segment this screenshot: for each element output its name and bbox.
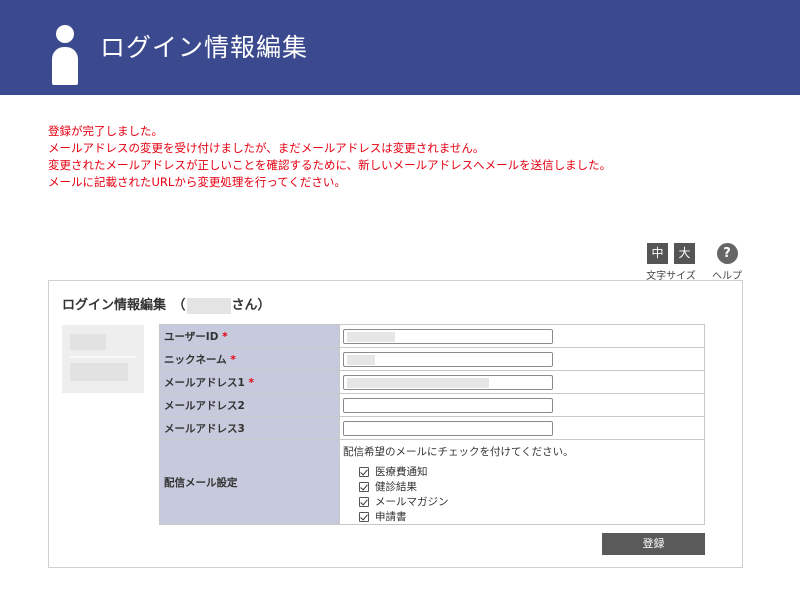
checkbox-application[interactable]: 申請書 <box>343 509 701 524</box>
avatar <box>62 325 144 393</box>
checkbox-newsletter[interactable]: メールマガジン <box>343 494 701 509</box>
font-size-large-button[interactable]: 大 <box>674 243 695 264</box>
table-row: ユーザーID * <box>159 324 705 348</box>
user-icon <box>52 25 78 85</box>
status-messages: 登録が完了しました。 メールアドレスの変更を受け付けましたが、まだメールアドレス… <box>48 123 611 191</box>
message-line: 登録が完了しました。 <box>48 124 163 138</box>
table-row: 配信メール設定 配信希望のメールにチェックを付けてください。 医療費通知 健診結… <box>159 439 705 525</box>
font-size-medium-button[interactable]: 中 <box>647 243 668 264</box>
help-control[interactable]: ? ヘルプ <box>704 243 750 282</box>
checkbox-medical-notice[interactable]: 医療費通知 <box>343 464 701 479</box>
field-label: メールアドレス3 <box>159 416 340 440</box>
page-header: ログイン情報編集 <box>0 0 800 95</box>
page-title: ログイン情報編集 <box>100 33 309 62</box>
checkbox-icon[interactable] <box>359 466 369 477</box>
user-id-field[interactable] <box>343 328 553 344</box>
help-icon[interactable]: ? <box>716 243 738 264</box>
checkbox-icon[interactable] <box>359 511 369 522</box>
table-row: メールアドレス3 <box>159 416 705 440</box>
masked-username <box>186 297 231 314</box>
nickname-field[interactable] <box>343 351 553 367</box>
table-row: メールアドレス2 <box>159 393 705 417</box>
message-line: 変更されたメールアドレスが正しいことを確認するために、新しいメールアドレスへメー… <box>48 158 612 172</box>
field-label: メールアドレス2 <box>159 393 340 417</box>
email1-field[interactable] <box>343 374 553 390</box>
register-button[interactable]: 登録 <box>602 533 705 555</box>
message-line: メールアドレスの変更を受け付けましたが、まだメールアドレスは変更されません。 <box>48 141 485 155</box>
checkbox-icon[interactable] <box>359 481 369 492</box>
table-row: ニックネーム * <box>159 347 705 371</box>
login-form-table: ユーザーID * ニックネーム * メールアドレス1 * メールアドレス2 メー… <box>159 324 705 525</box>
field-label: ニックネーム * <box>159 347 340 371</box>
checkbox-icon[interactable] <box>359 496 369 507</box>
field-label: 配信メール設定 <box>159 439 340 525</box>
message-line: メールに記載されたURLから変更処理を行ってください。 <box>48 175 346 189</box>
login-info-panel: ログイン情報編集 （さん） ユーザーID * ニックネーム * メールアドレス1… <box>48 280 743 568</box>
table-row: メールアドレス1 * <box>159 370 705 394</box>
panel-title: ログイン情報編集 （さん） <box>62 297 271 314</box>
delivery-note: 配信希望のメールにチェックを付けてください。 <box>343 446 574 458</box>
email3-field[interactable] <box>343 420 553 436</box>
font-size-control: 中 大 文字サイズ <box>640 243 702 282</box>
email2-field[interactable] <box>343 397 553 413</box>
checkbox-health-checkup[interactable]: 健診結果 <box>343 479 701 494</box>
field-label: メールアドレス1 * <box>159 370 340 394</box>
field-label: ユーザーID * <box>159 324 340 348</box>
